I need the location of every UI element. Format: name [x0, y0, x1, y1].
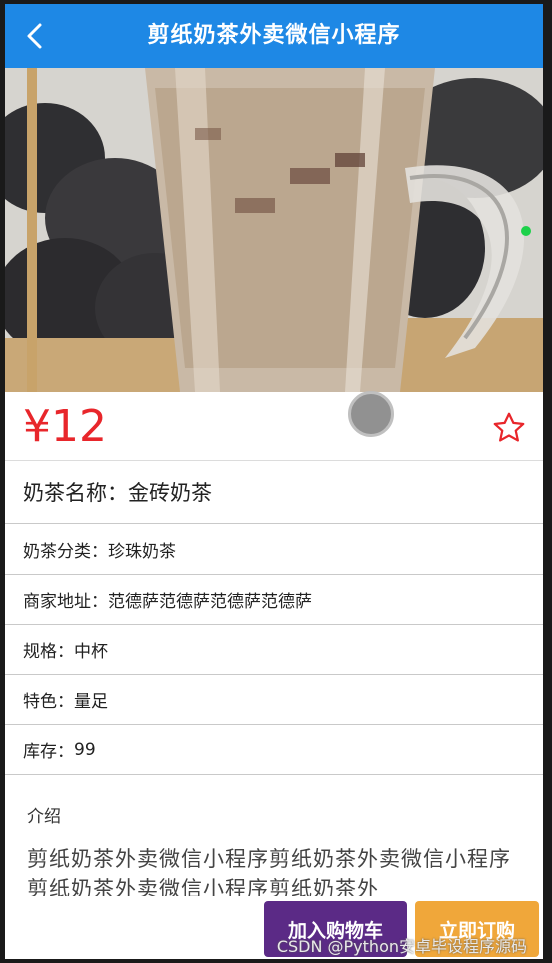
feature-value: 量足	[74, 692, 108, 712]
product-name-row: 奶茶名称： 金砖奶茶	[5, 461, 543, 524]
floating-touch-indicator[interactable]	[348, 391, 394, 437]
address-value: 范德萨范德萨范德萨范德萨	[108, 592, 312, 612]
spec-value: 中杯	[74, 642, 108, 662]
watermark-text: CSDN @Python安卓毕设程序源码	[276, 937, 527, 956]
category-value: 珍珠奶茶	[108, 542, 176, 562]
address-row: 商家地址： 范德萨范德萨范德萨范德萨	[5, 575, 543, 625]
price-text: ¥12	[23, 401, 107, 452]
category-label: 奶茶分类：	[23, 542, 108, 562]
stock-row: 库存： 99	[5, 725, 543, 775]
status-dot	[521, 226, 531, 236]
feature-row: 特色： 量足	[5, 675, 543, 725]
page-title: 剪纸奶茶外卖微信小程序	[147, 23, 401, 48]
product-image[interactable]	[5, 68, 543, 392]
stock-label: 库存：	[23, 742, 74, 762]
feature-label: 特色：	[23, 692, 74, 712]
price-row: ¥12	[5, 392, 543, 461]
favorite-button[interactable]	[491, 410, 527, 446]
star-icon	[493, 412, 525, 442]
intro-text: 剪纸奶茶外卖微信小程序剪纸奶茶外卖微信小程序剪纸奶茶外卖微信小程序剪纸奶茶外	[27, 847, 511, 896]
phone-screen: 剪纸奶茶外卖微信小程序 ¥12 奶茶名称： 金砖奶茶 奶茶分类： 珍珠奶茶 商家…	[5, 4, 543, 959]
product-name-label: 奶茶名称：	[23, 481, 128, 505]
address-label: 商家地址：	[23, 592, 108, 612]
spec-label: 规格：	[23, 642, 74, 662]
spec-row: 规格： 中杯	[5, 625, 543, 675]
product-name-value: 金砖奶茶	[128, 481, 212, 505]
header-bar: 剪纸奶茶外卖微信小程序	[5, 4, 543, 68]
stock-value: 99	[74, 739, 96, 760]
milk-tea-photo	[5, 68, 543, 392]
category-row: 奶茶分类： 珍珠奶茶	[5, 525, 543, 575]
intro-heading: 介绍	[27, 807, 61, 827]
